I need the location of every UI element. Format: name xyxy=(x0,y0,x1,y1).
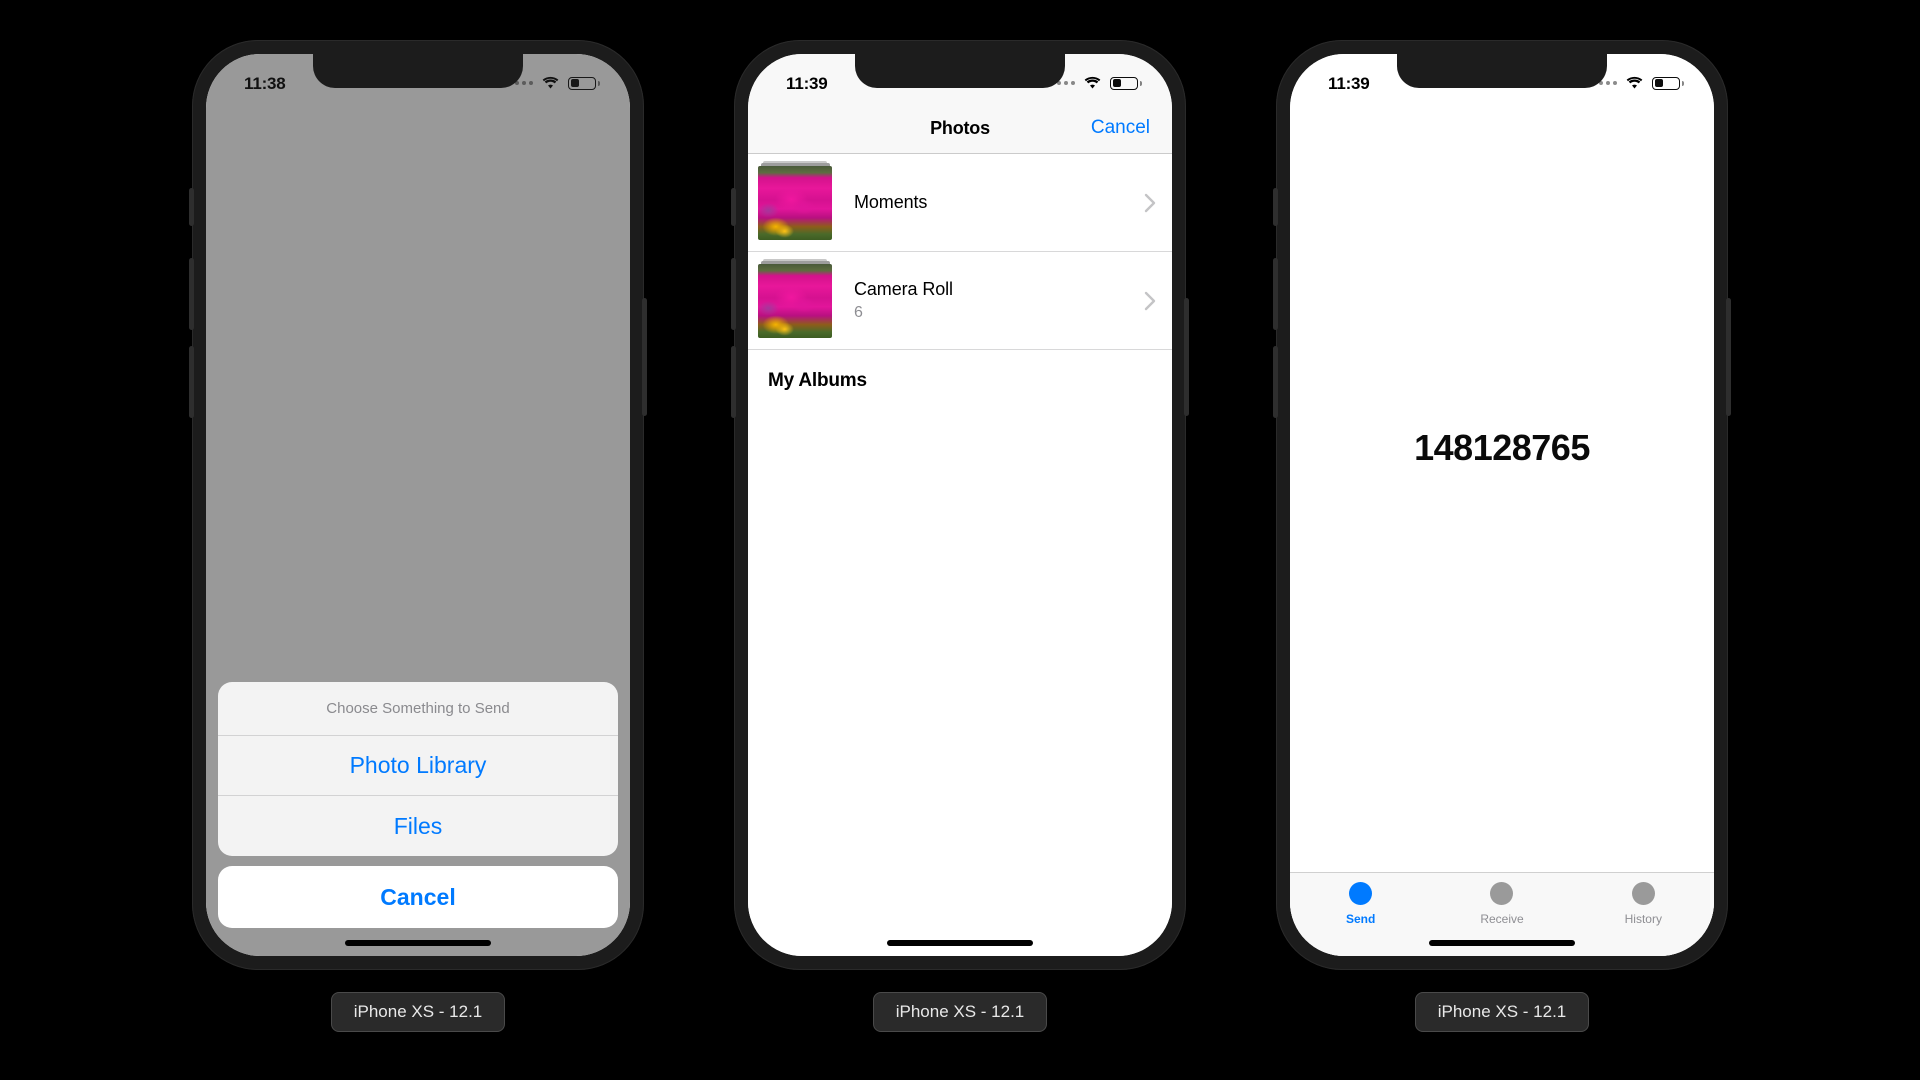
album-thumbnail xyxy=(758,258,832,338)
nav-cancel-button[interactable]: Cancel xyxy=(1091,117,1150,139)
status-time: 11:38 xyxy=(244,73,286,93)
home-indicator[interactable] xyxy=(345,940,491,946)
home-indicator[interactable] xyxy=(887,940,1033,946)
action-sheet-group: Choose Something to Send Photo Library F… xyxy=(218,682,618,856)
send-icon xyxy=(1349,882,1373,905)
status-indicators xyxy=(1050,76,1142,90)
send-screen: 148128765 Send Receive History xyxy=(1290,54,1714,956)
battery-icon xyxy=(568,76,600,90)
album-list: Moments Camera Roll 6 My Albums xyxy=(748,154,1172,956)
notch xyxy=(313,54,523,88)
silent-switch-button[interactable] xyxy=(1273,188,1278,226)
action-sheet-title: Choose Something to Send xyxy=(218,682,618,736)
power-button[interactable] xyxy=(642,298,647,416)
volume-down-button[interactable] xyxy=(1273,346,1278,418)
album-count: 6 xyxy=(854,304,863,321)
history-icon xyxy=(1631,882,1655,905)
action-photo-library-button[interactable]: Photo Library xyxy=(218,736,618,796)
simulator-window-3: 11:39 148128765 Send Receive History iPh… xyxy=(1273,40,1731,1032)
tab-label: History xyxy=(1624,912,1662,926)
volume-up-button[interactable] xyxy=(189,258,194,330)
table-row[interactable]: Moments xyxy=(748,154,1172,252)
chevron-right-icon xyxy=(1144,193,1156,212)
device-code: 148128765 xyxy=(1414,427,1590,468)
tab-history[interactable]: History xyxy=(1573,882,1714,926)
device-screen-3: 11:39 148128765 Send Receive History xyxy=(1290,54,1714,956)
tab-receive[interactable]: Receive xyxy=(1431,882,1572,926)
home-indicator[interactable] xyxy=(1429,940,1575,946)
send-body: 148128765 xyxy=(1290,54,1714,872)
simulator-window-2: Photos Cancel 11:39 Moments Camera Roll … xyxy=(731,40,1189,1032)
device-frame-3: 11:39 148128765 Send Receive History xyxy=(1273,40,1731,970)
device-frame-2: Photos Cancel 11:39 Moments Camera Roll … xyxy=(731,40,1189,970)
tab-send[interactable]: Send xyxy=(1290,882,1431,926)
status-time: 11:39 xyxy=(1328,73,1370,93)
table-row[interactable]: Camera Roll 6 xyxy=(748,252,1172,350)
status-time: 11:39 xyxy=(786,73,828,93)
device-screen-1: 11:38 Choose Something to Send Photo Lib… xyxy=(206,54,630,956)
album-name: Moments xyxy=(854,192,928,212)
device-caption-1: iPhone XS - 12.1 xyxy=(330,992,506,1032)
wifi-icon xyxy=(1084,76,1101,89)
status-indicators xyxy=(508,76,600,90)
notch xyxy=(1397,54,1607,88)
volume-down-button[interactable] xyxy=(731,346,736,418)
device-screen-2: Photos Cancel 11:39 Moments Camera Roll … xyxy=(748,54,1172,956)
action-sheet: Choose Something to Send Photo Library F… xyxy=(218,682,618,928)
wifi-icon xyxy=(542,76,559,89)
power-button[interactable] xyxy=(1184,298,1189,416)
chevron-right-icon xyxy=(1144,291,1156,310)
action-cancel-button[interactable]: Cancel xyxy=(218,866,618,928)
simulator-stage: 11:38 Choose Something to Send Photo Lib… xyxy=(0,0,1920,1080)
volume-down-button[interactable] xyxy=(189,346,194,418)
section-header-my-albums: My Albums xyxy=(768,370,867,391)
action-files-button[interactable]: Files xyxy=(218,796,618,856)
device-frame-1: 11:38 Choose Something to Send Photo Lib… xyxy=(189,40,647,970)
device-caption-2: iPhone XS - 12.1 xyxy=(872,992,1048,1032)
silent-switch-button[interactable] xyxy=(731,188,736,226)
wifi-icon xyxy=(1626,76,1643,89)
simulator-window-1: 11:38 Choose Something to Send Photo Lib… xyxy=(189,40,647,1032)
device-caption-3: iPhone XS - 12.1 xyxy=(1414,992,1590,1032)
volume-up-button[interactable] xyxy=(1273,258,1278,330)
power-button[interactable] xyxy=(1726,298,1731,416)
volume-up-button[interactable] xyxy=(731,258,736,330)
album-thumbnail xyxy=(758,160,832,240)
tab-label: Send xyxy=(1345,912,1376,926)
status-indicators xyxy=(1592,76,1684,90)
tab-label: Receive xyxy=(1480,912,1524,926)
battery-icon xyxy=(1110,76,1142,90)
silent-switch-button[interactable] xyxy=(189,188,194,226)
notch xyxy=(855,54,1065,88)
album-name: Camera Roll xyxy=(854,279,953,299)
receive-icon xyxy=(1490,882,1514,905)
battery-icon xyxy=(1652,76,1684,90)
